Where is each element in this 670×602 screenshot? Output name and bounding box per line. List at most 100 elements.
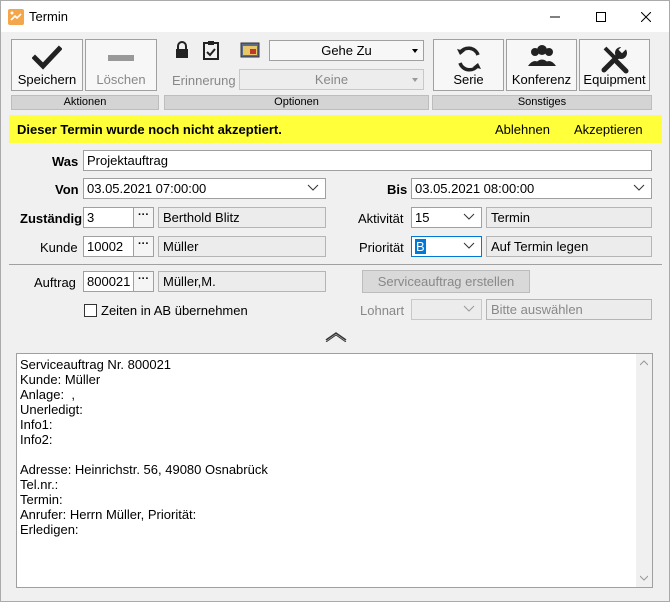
- minimize-icon: [550, 16, 560, 17]
- von-datetime-input[interactable]: 03.05.2021 07:00:00: [83, 178, 326, 199]
- reminder-dropdown[interactable]: Keine: [239, 69, 424, 90]
- notes-scrollbar[interactable]: [636, 354, 652, 587]
- aktivitaet-id: 15: [415, 210, 430, 225]
- notes-line: Erledigen:: [20, 522, 79, 537]
- save-label: Speichern: [17, 72, 77, 87]
- prioritaet-value: B: [415, 239, 426, 254]
- reminder-label: Erinnerung: [172, 73, 236, 88]
- goto-label: Gehe Zu: [321, 43, 372, 58]
- conference-label: Konferenz: [511, 72, 572, 87]
- conference-button[interactable]: Konferenz: [506, 39, 577, 91]
- aktivitaet-select[interactable]: 15: [411, 207, 482, 228]
- series-label: Serie: [453, 72, 484, 87]
- create-service-order-button[interactable]: Serviceauftrag erstellen: [362, 270, 530, 293]
- aktivitaet-label: Aktivität: [358, 211, 404, 226]
- banner-message: Dieser Termin wurde noch nicht akzeptier…: [17, 122, 282, 137]
- notes-line: Kunde: Müller: [20, 372, 101, 387]
- notes-line: Adresse: Heinrichstr. 56, 49080 Osnabrüc…: [20, 462, 268, 477]
- notes-line: Termin:: [20, 492, 63, 507]
- checkmark-icon: [12, 44, 82, 72]
- termin-window: Termin Speichern Löschen Aktionen Gehe Z…: [0, 0, 670, 602]
- series-button[interactable]: Serie: [433, 39, 504, 91]
- maximize-icon: [596, 11, 606, 22]
- prioritaet-label: Priorität: [359, 240, 404, 255]
- refresh-icon: [434, 44, 503, 74]
- accept-link[interactable]: Akzeptieren: [574, 122, 643, 137]
- aktivitaet-name: Termin: [486, 207, 652, 228]
- clipboard-button[interactable]: [200, 39, 222, 61]
- notes-line: Info2:: [20, 432, 53, 447]
- lohnart-label: Lohnart: [360, 303, 405, 318]
- was-label: Was: [52, 154, 79, 169]
- bis-value: 03.05.2021 08:00:00: [415, 181, 535, 196]
- chevron-down-icon[interactable]: [463, 305, 475, 313]
- chevron-up-icon[interactable]: [324, 330, 348, 342]
- lock-button[interactable]: [171, 39, 193, 61]
- notes-line: Info1:: [20, 417, 53, 432]
- chevron-down-icon[interactable]: [307, 184, 319, 192]
- kunde-label: Kunde: [40, 240, 78, 255]
- calendar-button[interactable]: [239, 39, 261, 61]
- tools-icon: [580, 44, 649, 74]
- chevron-down-icon: [412, 78, 418, 82]
- close-icon: [641, 11, 651, 22]
- clipboard-icon: [203, 41, 219, 60]
- reminder-value: Keine: [314, 72, 349, 87]
- equipment-button[interactable]: Equipment: [579, 39, 650, 91]
- auftrag-id-input[interactable]: 800021 ···: [83, 271, 154, 292]
- von-value: 03.05.2021 07:00:00: [87, 181, 207, 196]
- delete-label: Löschen: [96, 72, 146, 87]
- minimize-button[interactable]: [532, 1, 578, 32]
- group-label-misc: Sonstiges: [432, 95, 652, 110]
- kunde-name: Müller: [158, 236, 326, 257]
- notes-line: [20, 447, 268, 462]
- zustaendig-id-input[interactable]: 3 ···: [83, 207, 154, 228]
- scroll-down-icon[interactable]: [640, 575, 648, 581]
- acceptance-banner: Dieser Termin wurde noch nicht akzeptier…: [9, 115, 662, 143]
- auftrag-label: Auftrag: [34, 275, 76, 290]
- minus-icon: [86, 44, 156, 72]
- auftrag-name: Müller,M.: [158, 271, 326, 292]
- kunde-id-input[interactable]: 10002 ···: [83, 236, 154, 257]
- title-bar: Termin: [1, 1, 669, 32]
- auftrag-lookup-button[interactable]: ···: [133, 272, 153, 291]
- kunde-lookup-button[interactable]: ···: [133, 237, 153, 256]
- chevron-down-icon[interactable]: [463, 213, 475, 221]
- prioritaet-select[interactable]: B: [411, 236, 482, 257]
- section-divider: [9, 264, 662, 265]
- zustaendig-label: Zuständig: [20, 211, 83, 226]
- zustaendig-name: Berthold Blitz: [158, 207, 326, 228]
- von-label: Von: [55, 182, 79, 197]
- equipment-label: Equipment: [583, 72, 646, 87]
- lohnart-select[interactable]: [411, 299, 482, 320]
- zeiten-checkbox-label: Zeiten in AB übernehmen: [101, 303, 248, 318]
- notes-line: Anrufer: Herrn Müller, Priorität:: [20, 507, 197, 522]
- chevron-down-icon[interactable]: [633, 184, 645, 192]
- window-title: Termin: [29, 9, 69, 24]
- zustaendig-id: 3: [87, 210, 95, 225]
- delete-button[interactable]: Löschen: [85, 39, 157, 91]
- zeiten-checkbox[interactable]: [84, 304, 97, 317]
- notes-textarea[interactable]: Serviceauftrag Nr. 800021 Kunde: Müller …: [16, 353, 653, 588]
- goto-dropdown[interactable]: Gehe Zu: [269, 40, 424, 61]
- prioritaet-name: Auf Termin legen: [486, 236, 652, 257]
- notes-line: Unerledigt:: [20, 402, 83, 417]
- kunde-id: 10002: [87, 239, 124, 254]
- decline-link[interactable]: Ablehnen: [495, 122, 550, 137]
- scroll-up-icon[interactable]: [640, 360, 648, 366]
- app-icon: [8, 9, 24, 25]
- maximize-button[interactable]: [578, 1, 624, 32]
- group-label-actions: Aktionen: [11, 95, 159, 110]
- notes-line: Tel.nr.:: [20, 477, 59, 492]
- notes-line: Serviceauftrag Nr. 800021: [20, 357, 172, 372]
- notes-line: Anlage: ,: [20, 387, 75, 402]
- auftrag-id: 800021: [87, 274, 131, 289]
- close-button[interactable]: [623, 1, 669, 32]
- chevron-down-icon[interactable]: [463, 242, 475, 250]
- save-button[interactable]: Speichern: [11, 39, 83, 91]
- was-input[interactable]: Projektauftrag: [83, 150, 652, 171]
- notes-content: Serviceauftrag Nr. 800021 Kunde: Müller …: [20, 357, 268, 537]
- bis-datetime-input[interactable]: 03.05.2021 08:00:00: [411, 178, 652, 199]
- zustaendig-lookup-button[interactable]: ···: [133, 208, 153, 227]
- group-label-options: Optionen: [164, 95, 429, 110]
